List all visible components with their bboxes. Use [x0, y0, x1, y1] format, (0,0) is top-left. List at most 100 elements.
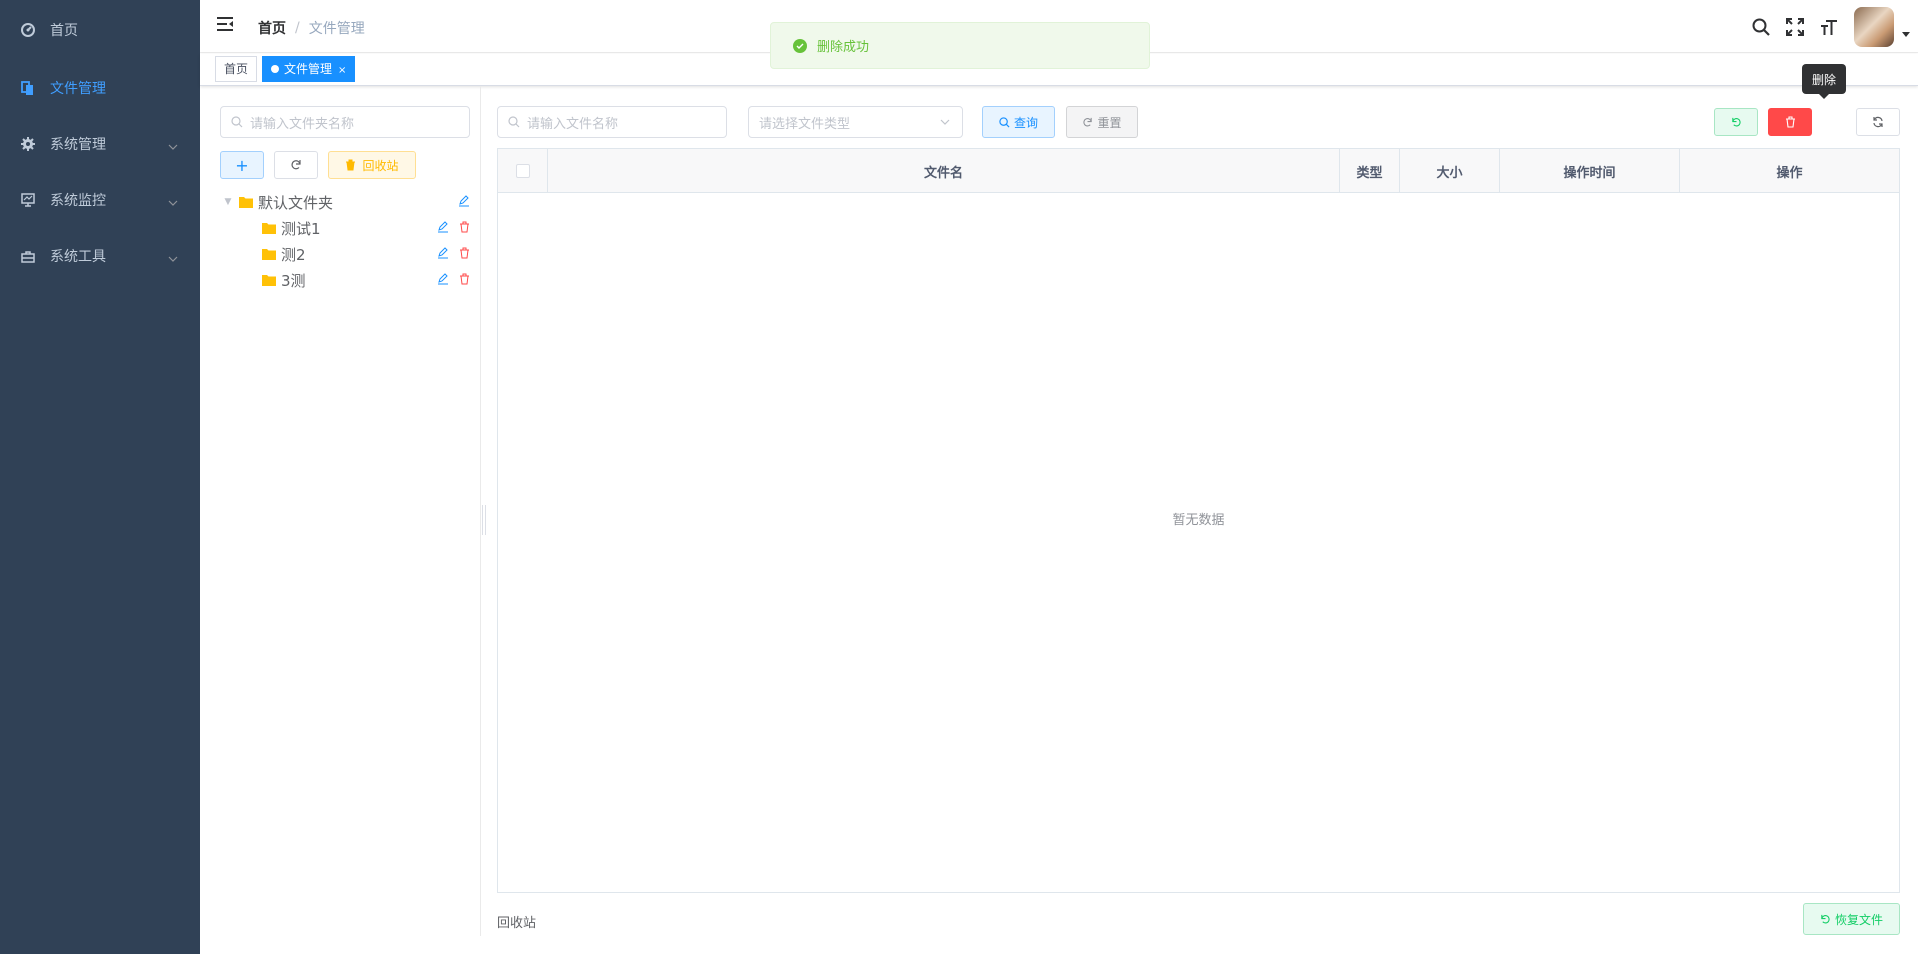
empty-text: 暂无数据	[1172, 513, 1225, 528]
chevron-down-icon	[168, 250, 178, 266]
node-actions	[437, 221, 470, 233]
gear-icon	[20, 136, 36, 152]
node-actions	[458, 195, 470, 207]
trash-icon	[1785, 116, 1795, 128]
restore-button[interactable]	[1714, 108, 1758, 136]
column-header: 操作	[1776, 165, 1803, 181]
avatar[interactable]	[1854, 6, 1894, 47]
search-icon[interactable]	[1744, 0, 1778, 53]
refresh-icon	[291, 160, 301, 170]
message-text: 删除成功	[817, 40, 870, 55]
placeholder-text: 请选择文件类型	[759, 116, 851, 132]
file-search-input[interactable]: 请输入文件名称	[497, 106, 727, 138]
folder-icon	[262, 248, 276, 260]
breadcrumb: 首页 / 文件管理	[258, 18, 365, 38]
edit-icon	[438, 247, 448, 259]
edit-icon	[459, 195, 469, 207]
sidebar-item-label: 首页	[50, 23, 78, 39]
sidebar: 首页 文件管理 系统管理 系统监控 系统工具	[0, 0, 200, 954]
recycle-bin-label: 回收站	[497, 916, 537, 931]
tooltip-text: 删除	[1811, 72, 1836, 87]
edit-icon	[438, 221, 448, 233]
column-header: 类型	[1340, 149, 1400, 193]
restore-file-button[interactable]: 恢复文件	[1803, 903, 1900, 935]
select-all-cell	[498, 149, 548, 193]
toolbox-icon	[20, 248, 36, 264]
refresh-icon	[1873, 116, 1883, 128]
folder-tree: ▼ 默认文件夹 测试1 测2 3测	[220, 189, 470, 293]
sidebar-item-home[interactable]: 首页	[0, 0, 200, 60]
placeholder-text: 请输入文件夹名称	[250, 116, 355, 132]
hamburger-icon[interactable]	[216, 16, 236, 36]
file-type-select[interactable]: 请选择文件类型	[748, 106, 963, 138]
caret-down-icon[interactable]	[1894, 0, 1918, 53]
tree-node[interactable]: 3测	[220, 267, 470, 293]
font-size-icon[interactable]	[1812, 0, 1846, 53]
chevron-down-icon	[168, 138, 178, 154]
tree-node[interactable]: 测试1	[220, 215, 470, 241]
placeholder-text: 请输入文件名称	[527, 116, 619, 132]
folder-icon	[239, 196, 253, 208]
sidebar-item-file-management[interactable]: 文件管理	[0, 60, 200, 116]
button-label: 重置	[1097, 115, 1122, 130]
breadcrumb-current: 文件管理	[308, 21, 365, 37]
check-circle-icon	[793, 38, 807, 53]
tag-label: 首页	[224, 62, 249, 76]
search-icon	[231, 116, 243, 128]
folder-toolbar: + 回收站	[220, 151, 470, 179]
chevron-down-icon	[940, 119, 950, 125]
button-label: 回收站	[362, 158, 399, 173]
folder-icon	[262, 222, 276, 234]
caret-down-icon[interactable]: ▼	[220, 197, 236, 207]
sidebar-item-system-management[interactable]: 系统管理	[0, 116, 200, 172]
table-header: 文件名 类型 大小 操作时间 操作	[498, 149, 1899, 193]
tag-file-management[interactable]: 文件管理 ×	[262, 56, 356, 82]
undo-icon	[1821, 914, 1830, 923]
tree-node-label: 测2	[281, 245, 306, 264]
splitter-handle[interactable]	[482, 505, 486, 535]
refresh-button[interactable]	[1856, 108, 1900, 136]
navbar-right-menu	[1744, 0, 1918, 53]
sidebar-item-system-tools[interactable]: 系统工具	[0, 228, 200, 284]
add-folder-button[interactable]: +	[220, 151, 264, 179]
button-label: 恢复文件	[1834, 912, 1883, 927]
folder-icon	[262, 274, 276, 286]
sidebar-item-system-monitor[interactable]: 系统监控	[0, 172, 200, 228]
tag-home[interactable]: 首页	[215, 56, 258, 82]
tag-label: 文件管理	[284, 62, 333, 76]
sidebar-item-label: 系统监控	[50, 193, 106, 209]
folder-search-input[interactable]: 请输入文件夹名称	[220, 106, 470, 138]
refresh-folders-button[interactable]	[274, 151, 318, 179]
column-header: 操作时间	[1500, 149, 1680, 193]
reset-button[interactable]: 重置	[1066, 106, 1138, 138]
column-header: 文件名	[548, 149, 1340, 193]
column-header: 大小	[1400, 149, 1500, 193]
breadcrumb-separator: /	[295, 20, 300, 36]
panel-splitter	[480, 86, 481, 936]
undo-icon	[1731, 117, 1741, 126]
query-button[interactable]: 查询	[982, 106, 1055, 138]
tree-node-root[interactable]: ▼ 默认文件夹	[220, 189, 470, 215]
trash-icon	[346, 159, 356, 171]
tree-node[interactable]: 测2	[220, 241, 470, 267]
trash-icon	[460, 273, 469, 285]
select-all-checkbox[interactable]	[515, 164, 530, 178]
refresh-icon	[1083, 117, 1093, 126]
delete-tooltip: 删除	[1802, 64, 1846, 99]
sidebar-item-label: 系统工具	[50, 249, 106, 265]
dashboard-icon	[20, 22, 36, 38]
trash-icon	[460, 247, 469, 259]
fullscreen-icon[interactable]	[1778, 0, 1812, 53]
node-actions	[437, 273, 470, 285]
trash-icon	[460, 221, 469, 233]
button-label: 查询	[1013, 115, 1038, 130]
recycle-bin-button[interactable]: 回收站	[328, 151, 416, 179]
sidebar-item-label: 系统管理	[50, 137, 106, 153]
chevron-down-icon	[168, 194, 178, 210]
delete-button[interactable]	[1768, 108, 1812, 136]
close-icon[interactable]: ×	[338, 65, 346, 76]
breadcrumb-home[interactable]: 首页	[258, 18, 286, 38]
tree-node-label: 测试1	[281, 219, 321, 238]
success-message: 删除成功	[770, 22, 1150, 69]
folder-panel: 请输入文件夹名称 + 回收站 ▼ 默认文件夹 测试1 测2 3测	[220, 106, 470, 293]
